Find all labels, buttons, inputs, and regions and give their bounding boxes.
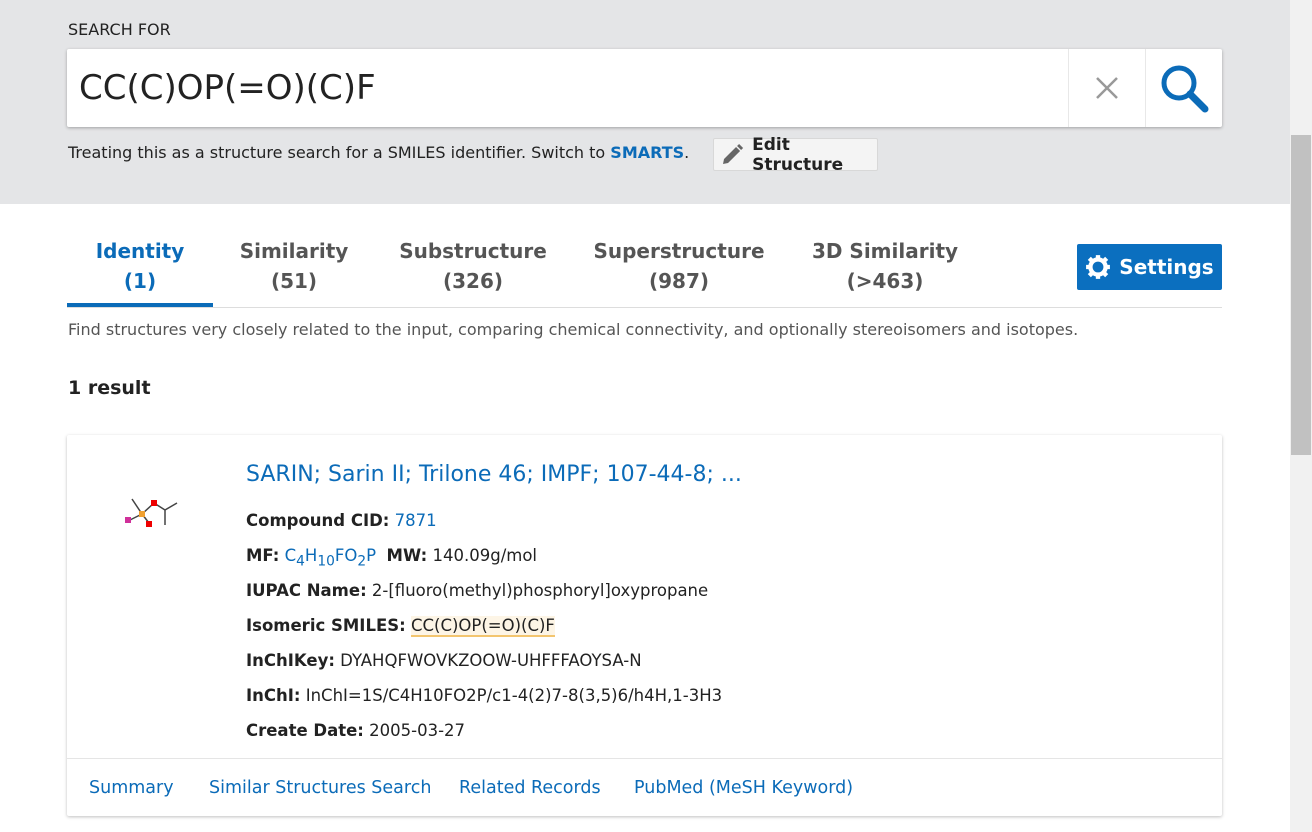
tab-count: (987): [648, 269, 710, 293]
mw-label: MW:: [386, 546, 428, 565]
inchi-value: InChI=1S/C4H10FO2P/c1-4(2)7-8(3,5)6/h4H,…: [305, 686, 723, 705]
tab-superstructure[interactable]: Superstructure (987): [587, 236, 771, 307]
tab-label: Superstructure: [593, 239, 765, 263]
tab-count: (>463): [846, 269, 924, 293]
result-count: 1 result: [68, 377, 151, 399]
compound-title-link[interactable]: SARIN; Sarin II; Trilone 46; IMPF; 107-4…: [246, 462, 742, 487]
settings-label: Settings: [1119, 255, 1214, 279]
search-input[interactable]: [79, 49, 1059, 127]
tab-count: (326): [442, 269, 504, 293]
inchikey-row: InChIKey: DYAHQFWOVKZOOW-UHFFFAOYSA-N: [246, 651, 642, 670]
smiles-label: Isomeric SMILES:: [246, 616, 406, 635]
inchikey-value: DYAHQFWOVKZOOW-UHFFFAOYSA-N: [340, 651, 642, 670]
search-button[interactable]: [1145, 49, 1222, 127]
cid-row: Compound CID: 7871: [246, 511, 437, 530]
smiles-row: Isomeric SMILES: CC(C)OP(=O)(C)F: [246, 616, 555, 637]
tab-label: 3D Similarity: [811, 239, 959, 263]
inchikey-label: InChIKey:: [246, 651, 335, 670]
pencil-icon: [723, 143, 744, 164]
note-suffix: .: [684, 143, 690, 162]
result-footer: Summary Similar Structures Search Relate…: [67, 758, 1222, 816]
cid-link[interactable]: 7871: [395, 511, 437, 530]
mf-label: MF:: [246, 546, 280, 565]
scrollbar-thumb[interactable]: [1291, 135, 1311, 455]
date-value: 2005-03-27: [369, 721, 466, 740]
tab-similarity[interactable]: Similarity (51): [230, 236, 358, 307]
note-text: Treating this as a structure search for …: [68, 143, 611, 162]
close-icon: [1096, 77, 1118, 99]
similar-structures-link[interactable]: Similar Structures Search: [209, 778, 431, 798]
search-box: [67, 49, 1222, 127]
mw-value: 140.09g/mol: [432, 546, 538, 565]
search-type-tabs: Identity (1) Similarity (51) Substructure (…: [67, 236, 1222, 308]
date-label: Create Date:: [246, 721, 364, 740]
smarts-link[interactable]: SMARTS: [610, 143, 684, 162]
search-icon: [1161, 65, 1209, 113]
clear-button[interactable]: [1068, 49, 1145, 127]
settings-button[interactable]: Settings: [1077, 244, 1222, 290]
tab-label: Identity: [95, 239, 185, 263]
smiles-value: CC(C)OP(=O)(C)F: [410, 616, 555, 637]
mf-link[interactable]: C4H10FO2P: [285, 546, 376, 569]
date-row: Create Date: 2005-03-27: [246, 721, 465, 740]
structure-thumbnail[interactable]: [117, 490, 187, 535]
tab-substructure[interactable]: Substructure (326): [395, 236, 551, 307]
gear-icon: [1086, 255, 1111, 279]
pubmed-link[interactable]: PubMed (MeSH Keyword): [634, 778, 853, 798]
edit-structure-label: Edit Structure: [752, 134, 844, 175]
search-note: Treating this as a structure search for …: [68, 143, 689, 162]
edit-structure-button[interactable]: Edit Structure: [713, 135, 878, 175]
result-card: SARIN; Sarin II; Trilone 46; IMPF; 107-4…: [67, 435, 1222, 816]
tab-3d-similarity[interactable]: 3D Similarity (>463): [805, 236, 965, 307]
related-records-link[interactable]: Related Records: [459, 778, 601, 798]
tab-count: (51): [270, 269, 318, 293]
search-label: SEARCH FOR: [68, 20, 171, 39]
tab-label: Similarity: [239, 239, 349, 263]
inchi-row: InChI: InChI=1S/C4H10FO2P/c1-4(2)7-8(3,5…: [246, 686, 722, 705]
tab-identity[interactable]: Identity (1): [67, 236, 213, 307]
tab-count: (1): [123, 269, 157, 293]
iupac-label: IUPAC Name:: [246, 581, 367, 600]
tab-label: Substructure: [399, 239, 547, 263]
tab-description: Find structures very closely related to …: [68, 320, 1079, 339]
mf-row: MF: C4H10FO2P MW: 140.09g/mol: [246, 546, 537, 569]
inchi-label: InChI:: [246, 686, 301, 705]
search-header: SEARCH FOR Treating this as a structure …: [0, 0, 1290, 204]
summary-link[interactable]: Summary: [89, 778, 174, 798]
iupac-value: 2-[fluoro(methyl)phosphoryl]oxypropane: [371, 581, 709, 600]
cid-label: Compound CID:: [246, 511, 390, 530]
iupac-row: IUPAC Name: 2-[fluoro(methyl)phosphoryl]…: [246, 581, 708, 600]
